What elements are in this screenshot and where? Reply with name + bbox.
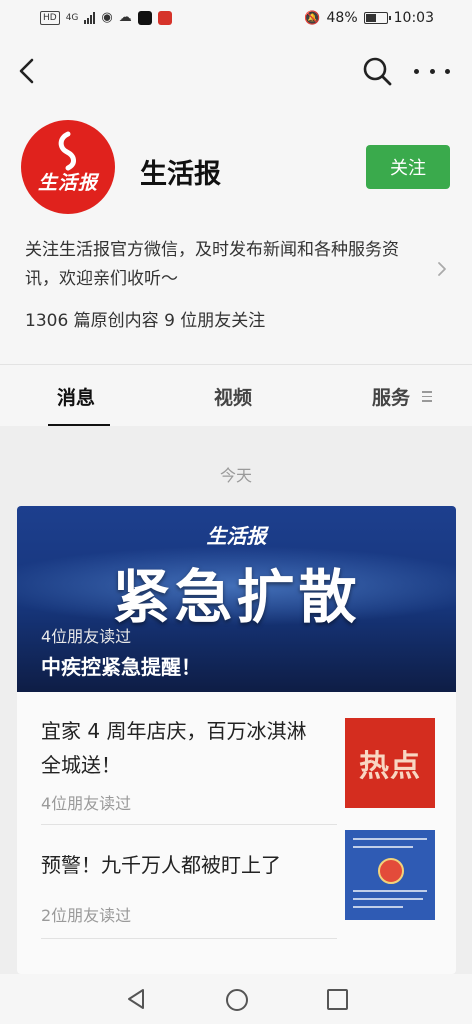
- back-triangle-icon[interactable]: [126, 988, 146, 1010]
- eye-icon: ◉: [101, 10, 113, 25]
- article-card: 生活报 紧急扩散 4位朋友读过 中疾控紧急提醒！ 宜家 4 周年店庆，百万冰淇淋…: [17, 506, 456, 974]
- status-bar: HD 4G ◉ ☁ 🔕 48% 10:03: [0, 0, 472, 40]
- police-badge-icon: [378, 858, 404, 884]
- follow-button[interactable]: 关注: [366, 145, 450, 189]
- logo-swirl-icon: [58, 131, 76, 171]
- account-stats: 1306 篇原创内容 9 位朋友关注: [25, 311, 266, 331]
- tab-messages[interactable]: 消息: [57, 383, 95, 410]
- battery-icon: [363, 12, 391, 24]
- account-logo[interactable]: 生活报: [21, 120, 115, 214]
- mute-bell-icon: 🔕: [304, 10, 321, 26]
- article-title: 宜家 4 周年店庆，百万冰淇淋全城送！: [41, 719, 307, 777]
- menu-icon[interactable]: [422, 391, 432, 403]
- article-title: 预警！九千万人都被盯上了: [41, 853, 281, 877]
- banner-title: 紧急扩散: [112, 563, 361, 631]
- message-feed: 今天 生活报 紧急扩散 4位朋友读过 中疾控紧急提醒！ 宜家 4 周年店庆，百万…: [0, 426, 472, 974]
- article-read-count: 4位朋友读过: [41, 794, 132, 813]
- thumbnail-text: 热点: [359, 749, 421, 784]
- status-right: 🔕 48% 10:03: [304, 10, 434, 26]
- article-read-count: 2位朋友读过: [41, 906, 132, 925]
- more-dot-icon: [414, 68, 419, 74]
- divider: [41, 938, 337, 939]
- logo-text: 生活报: [37, 172, 98, 194]
- chevron-right-icon[interactable]: [436, 260, 448, 278]
- home-circle-icon[interactable]: [226, 989, 248, 1011]
- chevron-left-icon: [19, 58, 34, 84]
- list-item[interactable]: 预警！九千万人都被盯上了 2位朋友读过: [17, 826, 456, 946]
- top-navbar: [0, 40, 472, 102]
- battery-percent: 48%: [326, 10, 358, 26]
- list-item[interactable]: 宜家 4 周年店庆，百万冰淇淋全城送！ 4位朋友读过 热点: [17, 692, 456, 825]
- account-description[interactable]: 关注生活报官方微信，及时发布新闻和各种服务资讯，欢迎亲们收听～: [25, 236, 430, 294]
- banner-logo: 生活报: [206, 524, 267, 548]
- account-name: 生活报: [140, 159, 221, 190]
- network-type: 4G: [65, 12, 79, 23]
- headline-banner[interactable]: 生活报 紧急扩散 4位朋友读过 中疾控紧急提醒！: [17, 506, 456, 692]
- article-thumbnail: 热点: [345, 718, 435, 808]
- search-button[interactable]: [360, 54, 394, 88]
- article-thumbnail: [345, 830, 435, 920]
- date-label: 今天: [219, 466, 252, 485]
- tab-bar: 消息 视频 服务: [0, 364, 472, 427]
- hd-badge: HD: [40, 10, 60, 25]
- status-left: HD 4G ◉ ☁: [40, 10, 172, 25]
- more-dot-icon: [445, 68, 450, 74]
- signal-icon: [84, 11, 96, 24]
- divider: [41, 824, 337, 825]
- system-nav-bar: [0, 974, 472, 1024]
- tab-videos[interactable]: 视频: [214, 383, 252, 410]
- banner-headline: 中疾控紧急提醒！: [41, 655, 201, 679]
- recents-square-icon[interactable]: [327, 989, 348, 1010]
- cloud-icon: ☁: [118, 10, 132, 25]
- more-dot-icon: [429, 68, 435, 74]
- tiktok-app-icon: [137, 10, 152, 25]
- tab-services[interactable]: 服务: [372, 383, 410, 410]
- more-button[interactable]: [414, 54, 450, 88]
- account-profile: 生活报 生活报 关注 关注生活报官方微信，及时发布新闻和各种服务资讯，欢迎亲们收…: [0, 102, 472, 364]
- back-button[interactable]: [14, 54, 42, 88]
- news-app-icon: [157, 10, 172, 25]
- banner-read-count: 4位朋友读过: [41, 627, 132, 646]
- clock: 10:03: [393, 10, 434, 26]
- search-icon: [363, 57, 392, 86]
